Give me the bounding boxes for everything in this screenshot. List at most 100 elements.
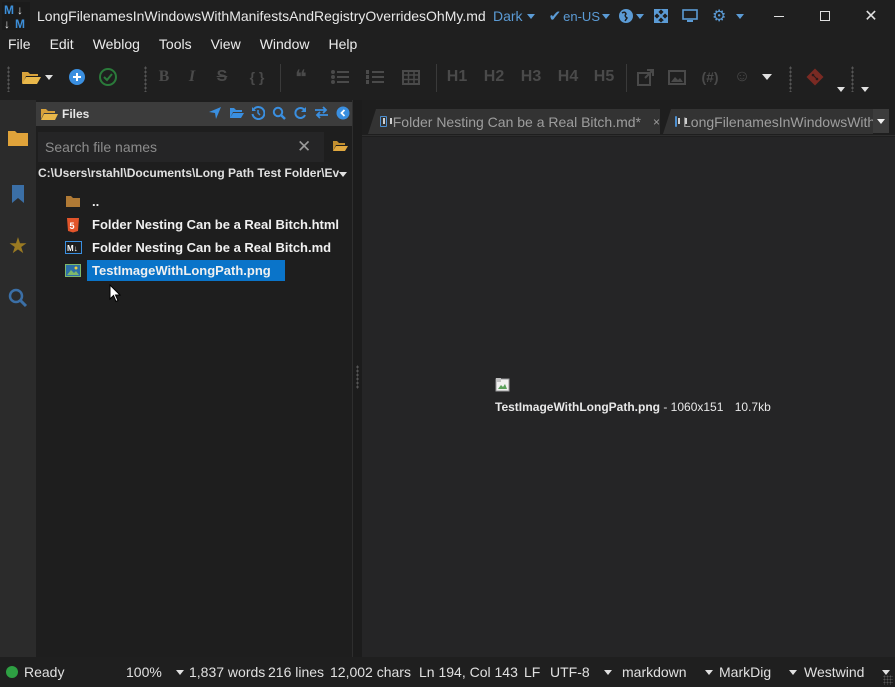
menu-edit[interactable]: Edit (50, 36, 74, 52)
menu-view[interactable]: View (211, 36, 241, 52)
image-info: TestImageWithLongPath.png - 1060x151 10.… (495, 400, 771, 414)
current-folder-path[interactable]: C:\Users\rstahl\Documents\Long Path Test… (38, 166, 350, 184)
parser-dropdown[interactable]: MarkDig (719, 664, 798, 680)
table-button[interactable] (400, 66, 422, 88)
minimize-button[interactable] (756, 0, 802, 32)
sync-button[interactable] (314, 106, 329, 122)
strikethrough-button[interactable]: S (213, 66, 231, 88)
favorites-bookmark-button[interactable] (6, 182, 30, 206)
heading-1-button[interactable]: H1 (444, 66, 470, 88)
insert-anchor-button[interactable]: (#) (697, 66, 723, 88)
toolbar-grip[interactable] (851, 66, 854, 92)
language-dropdown[interactable]: ✔ en-US (549, 7, 610, 25)
menu-help[interactable]: Help (328, 36, 357, 52)
open-folder-button[interactable] (17, 66, 57, 88)
theme-dropdown[interactable]: Dark (493, 8, 535, 24)
settings-button[interactable]: ⚙ (712, 6, 745, 26)
file-list: .. 5 Folder Nesting Can be a Real Bitch.… (56, 190, 346, 282)
inline-code-button[interactable]: { } (244, 66, 270, 88)
insert-link-button[interactable] (634, 66, 656, 88)
heading-5-button[interactable]: H5 (591, 66, 617, 88)
open-folder-button[interactable] (229, 106, 244, 122)
toolbar-separator (436, 64, 437, 92)
numbered-list-button[interactable] (364, 66, 386, 88)
search-files-button[interactable] (272, 106, 286, 123)
quote-button[interactable]: ❝ (290, 66, 312, 89)
file-pane-title: Files (62, 107, 90, 121)
browse-folder-button[interactable] (332, 139, 348, 155)
file-name: Folder Nesting Can be a Real Bitch.html (92, 217, 340, 232)
emoji-button[interactable]: ☺ (732, 66, 752, 88)
fullscreen-button[interactable] (654, 9, 668, 23)
close-icon: ✕ (864, 8, 878, 25)
locate-file-button[interactable] (208, 106, 222, 123)
toolbar-grip[interactable] (789, 66, 792, 92)
chevron-down-icon (704, 669, 713, 675)
chevron-down-icon (762, 74, 772, 80)
chevron-down-icon (837, 86, 845, 92)
zoom-dropdown[interactable]: 100% (126, 664, 184, 680)
globe-button[interactable] (618, 8, 644, 24)
close-button[interactable]: ✕ (848, 0, 894, 32)
chevron-down-icon (45, 74, 53, 80)
menu-window[interactable]: Window (260, 36, 310, 52)
globe-icon (619, 9, 633, 23)
tab-close-button[interactable]: × (653, 115, 660, 129)
new-document-button[interactable] (66, 66, 88, 88)
refresh-button[interactable] (293, 106, 307, 123)
folder-browser-button[interactable] (6, 126, 30, 150)
title-bar: M ↓ ↓ M LongFilenamesInWindowsWithManife… (0, 0, 895, 32)
svg-text:M: M (15, 17, 25, 31)
toolbar-overflow-button[interactable] (836, 78, 846, 100)
insert-image-button[interactable] (666, 66, 688, 88)
heading-3-button[interactable]: H3 (518, 66, 544, 88)
italic-button[interactable]: I (183, 66, 201, 88)
search-pane-button[interactable] (6, 286, 30, 310)
presentation-mode-button[interactable] (682, 9, 698, 23)
chevron-down-icon (882, 669, 891, 675)
chevron-down-icon (175, 669, 184, 675)
menu-weblog[interactable]: Weblog (93, 36, 140, 52)
list-item[interactable]: 5 Folder Nesting Can be a Real Bitch.htm… (56, 213, 346, 236)
clear-search-button[interactable]: ✕ (297, 137, 311, 157)
bold-button[interactable]: B (155, 66, 173, 88)
plus-circle-icon (69, 69, 85, 85)
toolbar-grip[interactable] (7, 66, 10, 92)
collapse-pane-button[interactable] (336, 106, 350, 123)
toolbar-overflow-button-2[interactable] (860, 78, 870, 100)
maximize-icon (820, 11, 830, 21)
toolbar-grip[interactable] (144, 66, 147, 92)
document-tab-bar: Folder Nesting Can be a Real Bitch.md* ×… (362, 100, 895, 136)
menu-file[interactable]: File (8, 36, 31, 52)
save-button[interactable] (97, 66, 119, 88)
file-search-input[interactable] (38, 139, 293, 155)
syntax-dropdown[interactable]: markdown (622, 664, 713, 680)
splitter-grip[interactable] (356, 365, 359, 389)
git-button[interactable] (804, 66, 826, 88)
path-dropdown-chevron-icon[interactable] (339, 172, 347, 177)
tab-folder-nesting-md[interactable]: Folder Nesting Can be a Real Bitch.md* × (368, 109, 660, 134)
history-button[interactable] (251, 105, 266, 123)
list-item-selected[interactable]: TestImageWithLongPath.png (56, 259, 346, 282)
tab-overflow-button[interactable] (873, 109, 889, 133)
activity-sidebar: ★ (0, 100, 36, 657)
more-formatting-dropdown[interactable] (758, 66, 776, 88)
favorites-star-button[interactable]: ★ (6, 233, 30, 258)
bookmark-icon (12, 185, 24, 203)
image-icon (64, 263, 82, 279)
tab-long-filenames-md[interactable]: LongFilenamesInWindowsWith (663, 109, 873, 134)
heading-2-button[interactable]: H2 (481, 66, 507, 88)
line-ending[interactable]: LF (524, 664, 540, 680)
heading-4-button[interactable]: H4 (555, 66, 581, 88)
quote-icon: ❝ (295, 66, 307, 89)
maximize-button[interactable] (802, 0, 848, 32)
list-item[interactable]: M↓ Folder Nesting Can be a Real Bitch.md (56, 236, 346, 259)
preview-theme-dropdown[interactable]: Westwind (804, 664, 891, 680)
bullet-list-button[interactable] (329, 66, 351, 88)
list-item[interactable]: .. (56, 190, 346, 213)
file-pane-tools (208, 102, 350, 126)
resize-grip[interactable] (883, 675, 893, 685)
menu-tools[interactable]: Tools (159, 36, 192, 52)
pane-splitter[interactable] (352, 100, 362, 657)
encoding-dropdown[interactable]: UTF-8 (550, 664, 612, 680)
